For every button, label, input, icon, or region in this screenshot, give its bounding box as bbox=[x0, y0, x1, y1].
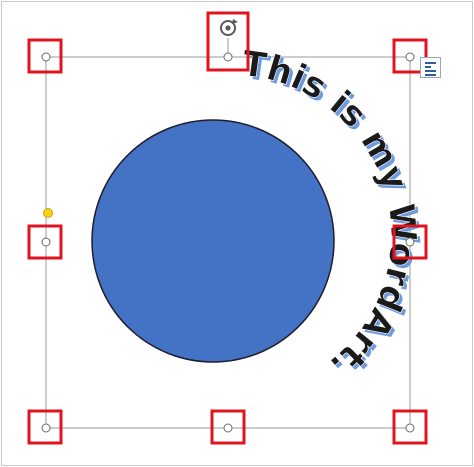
resize-handle-top-left[interactable] bbox=[27, 38, 63, 74]
circle-shape[interactable] bbox=[91, 119, 335, 363]
resize-handle-middle-left[interactable] bbox=[27, 224, 63, 260]
layout-options-button[interactable] bbox=[420, 57, 441, 78]
rotate-anchor-point bbox=[223, 52, 233, 62]
adjust-handle[interactable] bbox=[43, 208, 53, 218]
resize-handle-bottom-middle[interactable] bbox=[210, 409, 246, 445]
rotate-icon bbox=[220, 19, 238, 36]
canvas: This is my WordArt. This is my WordArt. bbox=[27, 11, 428, 445]
resize-handle-bottom-left[interactable] bbox=[27, 409, 63, 445]
